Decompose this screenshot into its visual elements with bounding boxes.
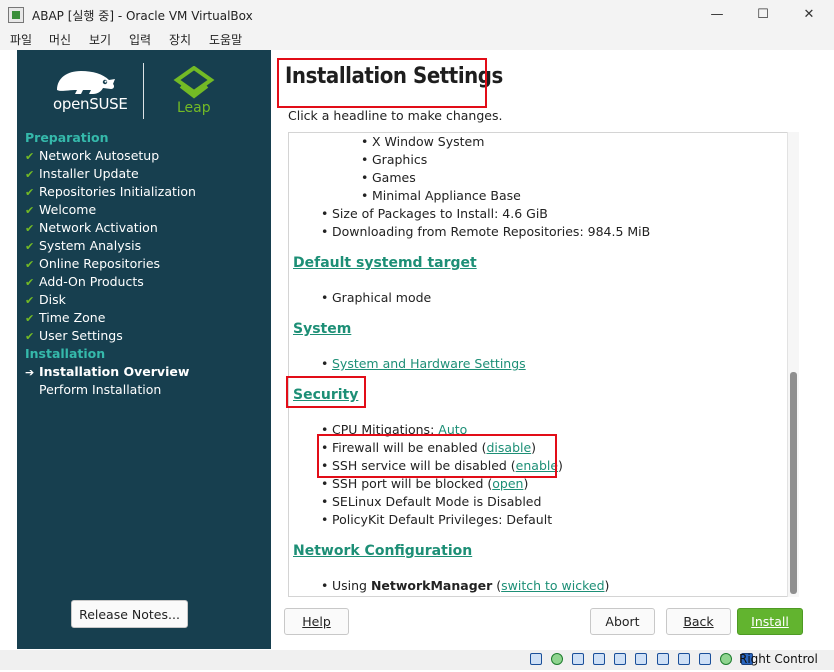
nav-item-perform-installation: Perform Installation xyxy=(39,382,162,397)
selinux-item: • SELinux Default Mode is Disabled xyxy=(321,494,542,509)
installer-main: Installation Settings Click a headline t… xyxy=(271,50,834,650)
nav-item-network-activation: ✔ Network Activation xyxy=(25,219,158,237)
list-item: • Graphics xyxy=(361,152,428,167)
nav-section-preparation: Preparation xyxy=(25,130,109,145)
nav-item-add-on-products: ✔ Add-On Products xyxy=(25,273,144,291)
nav-section-installation: Installation xyxy=(25,346,106,361)
list-item: • Minimal Appliance Base xyxy=(361,188,521,203)
nav-item-installation-overview: ➔ Installation Overview xyxy=(25,363,189,381)
nav-item-repositories-initialization: ✔ Repositories Initialization xyxy=(25,183,196,201)
logo-separator xyxy=(143,63,144,119)
installer-sidebar: openSUSE Leap Preparation ✔ Network Autos… xyxy=(17,50,271,649)
summary-scrollbar[interactable] xyxy=(787,132,799,597)
nav-item-disk: ✔ Disk xyxy=(25,291,66,309)
abort-button[interactable]: Abort xyxy=(590,608,655,635)
opensuse-chameleon-icon xyxy=(57,71,115,94)
check-icon: ✔ xyxy=(25,204,35,217)
leap-logo-text: Leap xyxy=(177,100,211,116)
install-button[interactable]: Install xyxy=(737,608,803,635)
menu-file[interactable]: 파일 xyxy=(10,31,32,48)
host-key-label: Right Control xyxy=(739,652,818,666)
systemd-target-value: • Graphical mode xyxy=(321,290,432,305)
scrollbar-thumb[interactable] xyxy=(790,372,797,594)
nav-item-network-autosetup: ✔ Network Autosetup xyxy=(25,147,159,165)
system-hardware-settings-link[interactable]: System and Hardware Settings xyxy=(332,356,526,371)
vm-screen[interactable]: openSUSE Leap Preparation ✔ Network Autos… xyxy=(0,50,834,650)
installation-summary-pane[interactable]: • X Window System • Graphics • Games • Minim… xyxy=(288,132,799,597)
menubar: 파일 머신 보기 입력 장치 도움말 xyxy=(0,30,834,50)
ssh-port-open-link[interactable]: open xyxy=(492,476,523,491)
network-manager-item: • Using NetworkManager (switch to wicked) xyxy=(321,578,610,593)
check-icon: ✔ xyxy=(25,222,35,235)
shared-folders-icon[interactable] xyxy=(635,653,648,665)
maximize-button[interactable]: ☐ xyxy=(740,0,786,30)
list-item: • System and Hardware Settings xyxy=(321,356,526,371)
list-item: • X Window System xyxy=(361,134,485,149)
statusbar: Right Control xyxy=(0,650,834,670)
menu-machine[interactable]: 머신 xyxy=(49,31,71,48)
back-button[interactable]: Back xyxy=(666,608,731,635)
virtualbox-app-icon xyxy=(8,7,24,23)
check-icon: ✔ xyxy=(25,312,35,325)
window-titlebar: ABAP [실행 중] - Oracle VM VirtualBox — ☐ ✕ xyxy=(0,0,834,30)
video-capture-icon[interactable] xyxy=(677,653,690,665)
display-icon[interactable] xyxy=(656,653,669,665)
check-icon: ✔ xyxy=(25,330,35,343)
network-icon[interactable] xyxy=(593,653,606,665)
package-size-text: • Size of Packages to Install: 4.6 GiB xyxy=(321,206,548,221)
check-icon: ✔ xyxy=(25,186,35,199)
minimize-button[interactable]: — xyxy=(694,0,740,30)
heading-system[interactable]: System xyxy=(293,321,351,337)
download-size-text: • Downloading from Remote Repositories: 9… xyxy=(321,224,651,239)
highlight-box-security xyxy=(286,376,366,408)
highlight-box-firewall-ssh xyxy=(317,434,557,478)
heading-network-configuration[interactable]: Network Configuration xyxy=(293,543,472,559)
heading-default-systemd-target[interactable]: Default systemd target xyxy=(293,255,477,271)
arrow-right-icon: ➔ xyxy=(25,366,35,379)
nav-item-welcome: ✔ Welcome xyxy=(25,201,96,219)
nav-item-installer-update: ✔ Installer Update xyxy=(25,165,139,183)
release-notes-button[interactable]: Release Notes... xyxy=(71,600,188,628)
menu-help[interactable]: 도움말 xyxy=(209,31,242,48)
cpu-icon[interactable] xyxy=(698,653,711,665)
leap-logo-icon xyxy=(173,66,215,99)
highlight-box-title xyxy=(277,58,487,108)
menu-input[interactable]: 입력 xyxy=(129,31,151,48)
check-icon: ✔ xyxy=(25,258,35,271)
menu-view[interactable]: 보기 xyxy=(89,31,111,48)
check-icon: ✔ xyxy=(25,240,35,253)
menu-devices[interactable]: 장치 xyxy=(169,31,191,48)
guest-additions-icon[interactable] xyxy=(719,653,732,665)
check-icon: ✔ xyxy=(25,276,35,289)
help-button[interactable]: Help xyxy=(284,608,349,635)
opensuse-logo-text: openSUSE xyxy=(53,95,128,113)
nav-item-time-zone: ✔ Time Zone xyxy=(25,309,105,327)
polkit-item: • PolicyKit Default Privileges: Default xyxy=(321,512,553,527)
list-item: • Games xyxy=(361,170,416,185)
hard-disk-icon[interactable] xyxy=(530,653,542,665)
check-icon: ✔ xyxy=(25,294,35,307)
nav-item-online-repositories: ✔ Online Repositories xyxy=(25,255,160,273)
close-button[interactable]: ✕ xyxy=(786,0,832,30)
window-title: ABAP [실행 중] - Oracle VM VirtualBox xyxy=(32,9,253,23)
nav-item-user-settings: ✔ User Settings xyxy=(25,327,123,345)
optical-drive-icon[interactable] xyxy=(551,653,564,665)
usb-icon[interactable] xyxy=(614,653,627,665)
check-icon: ✔ xyxy=(25,168,35,181)
audio-icon[interactable] xyxy=(572,653,585,665)
page-subtitle: Click a headline to make changes. xyxy=(288,108,503,123)
check-icon: ✔ xyxy=(25,150,35,163)
nav-item-system-analysis: ✔ System Analysis xyxy=(25,237,141,255)
switch-to-wicked-link[interactable]: switch to wicked xyxy=(501,578,604,593)
